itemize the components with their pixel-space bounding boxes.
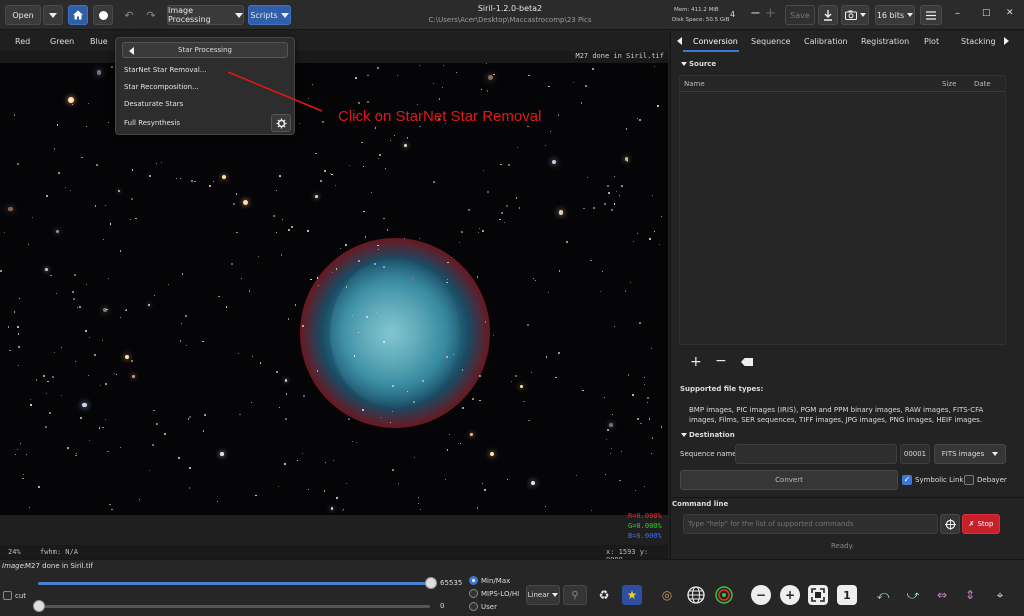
crosshair-icon: [944, 518, 956, 530]
radio-user[interactable]: [469, 602, 478, 611]
image-label: Image:: [2, 562, 27, 570]
tabs-scroll-right-icon[interactable]: [1004, 37, 1009, 45]
command-input[interactable]: [683, 514, 938, 534]
link-button[interactable]: ⚲: [563, 585, 587, 605]
zoom-level: 24%: [8, 548, 21, 556]
column-size[interactable]: Size: [942, 80, 956, 88]
symbolic-link-label: Symbolic Link: [915, 476, 964, 484]
stretch-label: Linear: [527, 591, 550, 599]
link-icon: ⚲: [571, 589, 579, 601]
symbolic-link-checkbox[interactable]: ✓: [902, 475, 912, 485]
target-icon[interactable]: [714, 585, 734, 605]
column-name[interactable]: Name: [684, 80, 705, 88]
chevron-down-icon: [552, 593, 559, 597]
tab-registration[interactable]: Registration: [861, 37, 909, 46]
compass-icon[interactable]: ⌖: [990, 585, 1010, 605]
pixel-values: R=0.000% G=0.000% B=0.000%: [628, 511, 662, 541]
radio-mips[interactable]: [469, 589, 478, 598]
tab-sequence[interactable]: Sequence: [751, 37, 790, 46]
zoom-fit-icon[interactable]: [808, 585, 828, 605]
source-file-list[interactable]: Name Size Date: [679, 75, 1006, 345]
high-value: 65535: [440, 579, 463, 587]
radio-minmax[interactable]: [469, 576, 478, 585]
stop-button[interactable]: ✗ Stop: [962, 514, 1000, 534]
display-controls-bar: Image: M27 done in Siril.tif cut 65535 0…: [0, 559, 1024, 616]
tab-conversion[interactable]: Conversion: [693, 37, 738, 46]
stop-label: Stop: [977, 520, 994, 528]
astrometry-globe-icon[interactable]: [686, 585, 706, 605]
annotation-text: Click on StarNet Star Removal: [338, 108, 542, 125]
tab-calibration[interactable]: Calibration: [804, 37, 848, 46]
supported-text: BMP images, PIC images (IRIS), PGM and P…: [689, 406, 984, 424]
right-panel: Conversion Sequence Calibration Registra…: [670, 31, 1024, 559]
source-title: Source: [689, 60, 717, 68]
high-slider-track[interactable]: [38, 582, 430, 585]
chevron-down-icon: [992, 452, 999, 456]
source-expander-icon[interactable]: [681, 62, 687, 66]
zoom-one-icon[interactable]: 1: [837, 585, 857, 605]
stop-icon: ✗: [968, 520, 975, 528]
zoom-out-icon[interactable]: −: [751, 585, 771, 605]
sequence-number-value: 00001: [903, 450, 927, 458]
active-tab-indicator: [683, 50, 739, 52]
destination-expander-icon[interactable]: [681, 433, 687, 437]
photometry-icon[interactable]: ◎: [657, 585, 677, 605]
low-value: 0: [440, 602, 445, 610]
star-detection-icon[interactable]: ★: [622, 585, 642, 605]
convert-button[interactable]: Convert: [680, 470, 898, 490]
red-value: R=0.000%: [628, 512, 662, 520]
color-saturation-icon[interactable]: ♻: [594, 585, 614, 605]
green-value: G=0.000%: [628, 522, 662, 530]
zoom-in-icon[interactable]: +: [780, 585, 800, 605]
remove-file-icon[interactable]: −: [715, 353, 727, 369]
command-helper-button[interactable]: [940, 514, 960, 534]
tabs-scroll-left-icon[interactable]: [677, 37, 682, 45]
image-status-bar: 24% fwhm: N/A x: 1593 y: 0000: [0, 545, 668, 564]
cut-checkbox[interactable]: [3, 591, 12, 600]
sequence-name-input[interactable]: [735, 444, 897, 464]
stretch-selector[interactable]: Linear: [526, 585, 560, 605]
output-format-selector[interactable]: FITS images: [934, 444, 1006, 464]
status-ready: Ready.: [831, 542, 854, 550]
low-slider-track[interactable]: [38, 605, 430, 608]
fwhm-value: fwhm: N/A: [40, 548, 78, 556]
radio-mips-label: MIPS-LO/HI: [481, 590, 520, 598]
cut-label: cut: [15, 592, 27, 600]
output-format-label: FITS images: [941, 450, 985, 458]
sequence-number-input[interactable]: 00001: [900, 444, 930, 464]
add-files-icon[interactable]: +: [690, 354, 702, 370]
mirror-y-icon[interactable]: ⇕: [960, 585, 980, 605]
mirror-x-icon[interactable]: ⇔: [932, 585, 952, 605]
image-name: M27 done in Siril.tif: [25, 562, 94, 570]
radio-minmax-label: Min/Max: [481, 577, 511, 585]
divider: [671, 497, 1024, 498]
column-date[interactable]: Date: [974, 80, 991, 88]
low-slider-handle[interactable]: [33, 600, 45, 612]
tab-plot[interactable]: Plot: [924, 37, 939, 46]
high-slider-handle[interactable]: [425, 577, 437, 589]
blue-value: B=0.000%: [628, 532, 662, 540]
radio-user-label: User: [481, 603, 497, 611]
zoom-one-label: 1: [843, 588, 851, 602]
supported-title: Supported file types:: [680, 385, 764, 393]
tab-stacking[interactable]: Stacking: [961, 37, 996, 46]
sequence-name-label: Sequence name:: [680, 450, 739, 458]
destination-title: Destination: [689, 431, 735, 439]
rotate-left-icon[interactable]: ⤺: [873, 585, 893, 605]
clear-list-icon[interactable]: [741, 358, 753, 366]
debayer-label: Debayer: [977, 476, 1007, 484]
debayer-checkbox[interactable]: [964, 475, 974, 485]
rotate-right-icon[interactable]: ⤻: [903, 585, 923, 605]
command-line-title: Command line: [672, 500, 729, 508]
convert-label: Convert: [775, 476, 803, 484]
